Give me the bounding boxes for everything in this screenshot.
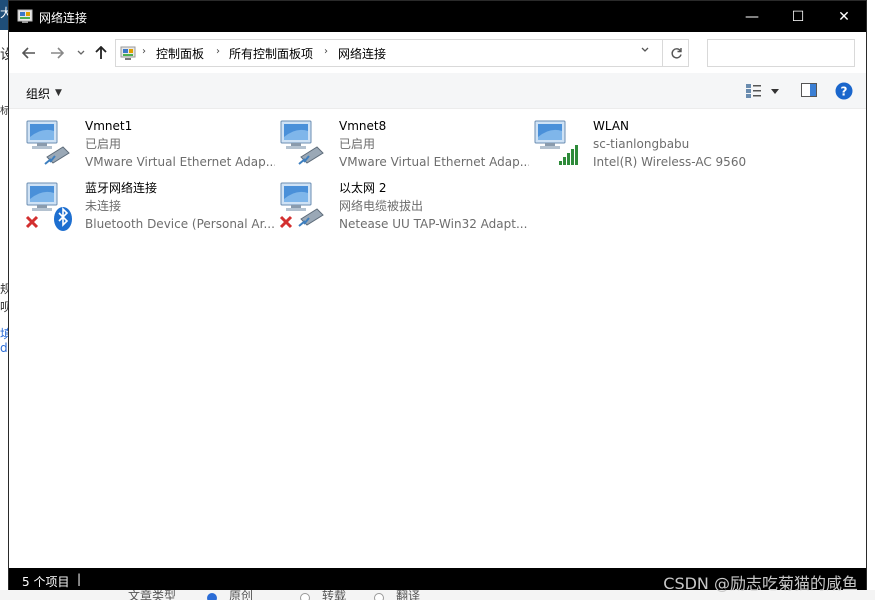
command-bar: 组织 ▼ ?	[9, 73, 866, 109]
connection-name: 蓝牙网络连接	[85, 181, 158, 195]
breadcrumb-network-connections[interactable]: 网络连接	[338, 45, 386, 62]
network-adapter-icon	[279, 182, 324, 229]
connection-item-bluetooth[interactable]: 蓝牙网络连接 未连接 Bluetooth Device (Personal Ar…	[23, 179, 275, 235]
watermark: CSDN @励志吃菊猫的咸鱼	[663, 574, 858, 593]
bluetooth-adapter-icon	[25, 182, 72, 231]
disconnected-x-icon	[279, 215, 293, 229]
radio-repost-label: 转载	[322, 589, 347, 600]
address-bar: › 控制面板 › 所有控制面板项 › 网络连接	[9, 32, 866, 73]
minimize-button[interactable]: —	[729, 1, 775, 32]
radio-original-label: 原创	[229, 589, 254, 600]
connection-item-ethernet2[interactable]: 以太网 2 网络电缆被拔出 Netease UU TAP-Win32 Adapt…	[277, 179, 527, 235]
connection-device: VMware Virtual Ethernet Adap...	[85, 155, 275, 169]
article-type-label: 文章类型	[128, 589, 177, 600]
chevron-down-icon	[77, 50, 85, 55]
connection-name: Vmnet1	[85, 119, 133, 133]
network-connections-window: 网络连接 — ☐ ✕ › 控制面板 › 所有控制面板项 › 网络连接 组织 ▼ …	[8, 0, 867, 593]
organize-menu-button[interactable]: 组织	[26, 85, 50, 102]
connection-name: WLAN	[593, 119, 630, 133]
help-icon[interactable]: ?	[835, 82, 853, 100]
search-input[interactable]	[707, 39, 855, 67]
close-button[interactable]: ✕	[821, 1, 867, 32]
network-adapter-icon	[26, 120, 70, 165]
chevron-down-icon	[641, 47, 649, 52]
breadcrumb-chevron-icon[interactable]: ›	[216, 46, 220, 57]
connection-device: Netease UU TAP-Win32 Adapt...	[339, 217, 528, 231]
breadcrumb-control-panel[interactable]: 控制面板	[156, 45, 204, 62]
item-count: 5 个项目	[22, 575, 70, 589]
arrow-up-icon	[95, 46, 107, 59]
forward-button[interactable]	[47, 43, 67, 63]
arrow-left-icon	[22, 47, 35, 59]
address-path-box[interactable]: › 控制面板 › 所有控制面板项 › 网络连接	[115, 39, 689, 67]
radio-translate[interactable]	[374, 593, 384, 600]
refresh-button[interactable]	[662, 40, 689, 66]
connection-status: sc-tianlongbabu	[593, 137, 690, 151]
radio-repost[interactable]	[300, 593, 310, 600]
status-separator: |	[77, 572, 82, 586]
wifi-signal-icon	[559, 145, 578, 165]
caret-down-icon[interactable]: ▼	[55, 88, 62, 98]
connection-name: 以太网 2	[339, 181, 387, 195]
connection-status: 网络电缆被拔出	[339, 199, 424, 213]
maximize-button[interactable]: ☐	[775, 1, 821, 32]
back-button[interactable]	[19, 43, 39, 63]
connection-device: Intel(R) Wireless-AC 9560	[593, 155, 747, 169]
status-bar: 5 个项目 | CSDN @励志吃菊猫的咸鱼	[9, 568, 866, 593]
connection-item-vmnet1[interactable]: Vmnet1 已启用 VMware Virtual Ethernet Adap.…	[23, 117, 275, 173]
connection-status: 未连接	[85, 199, 122, 213]
arrow-right-icon	[51, 47, 64, 59]
connection-device: VMware Virtual Ethernet Adap...	[339, 155, 529, 169]
connection-item-wlan[interactable]: WLAN sc-tianlongbabu Intel(R) Wireless-A…	[531, 117, 781, 173]
breadcrumb-chevron-icon[interactable]: ›	[324, 46, 328, 57]
refresh-icon	[670, 47, 682, 58]
control-panel-icon	[120, 46, 136, 60]
svg-text:?: ?	[841, 85, 848, 99]
connection-name: Vmnet8	[339, 119, 387, 133]
view-options-caret-icon[interactable]	[771, 89, 779, 94]
change-view-icon[interactable]	[745, 83, 763, 99]
connection-item-vmnet8[interactable]: Vmnet8 已启用 VMware Virtual Ethernet Adap.…	[277, 117, 529, 173]
wireless-adapter-icon	[534, 120, 578, 165]
network-adapter-icon	[280, 120, 324, 165]
connection-device: Bluetooth Device (Personal Ar...	[85, 217, 275, 231]
connection-status: 已启用	[339, 137, 376, 151]
up-button[interactable]	[91, 43, 111, 63]
preview-pane-icon[interactable]	[801, 83, 817, 97]
control-panel-icon	[17, 9, 33, 23]
address-history-dropdown[interactable]	[640, 45, 650, 58]
window-title: 网络连接	[39, 11, 88, 25]
disconnected-x-icon	[25, 215, 39, 229]
radio-translate-label: 翻译	[396, 589, 421, 600]
bluetooth-icon	[54, 207, 72, 231]
connection-status: 已启用	[85, 137, 122, 151]
radio-original[interactable]	[207, 593, 217, 600]
breadcrumb-chevron-icon[interactable]: ›	[142, 46, 146, 57]
breadcrumb-all-items[interactable]: 所有控制面板项	[229, 45, 313, 62]
connections-list: Vmnet1 已启用 VMware Virtual Ethernet Adap.…	[9, 109, 866, 568]
title-bar[interactable]: 网络连接 — ☐ ✕	[9, 1, 866, 32]
recent-locations-button[interactable]	[71, 43, 91, 63]
